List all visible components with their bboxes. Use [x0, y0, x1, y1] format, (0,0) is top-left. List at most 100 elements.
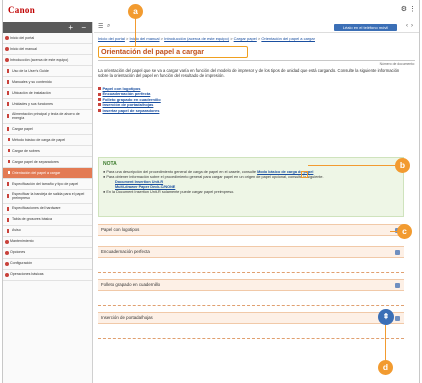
tree-marker-icon	[7, 114, 9, 119]
sidebar-item[interactable]: Unidades y sus funciones	[3, 99, 92, 110]
section-divider	[98, 338, 404, 339]
sidebar-item-label: Introducción (acerca de este equipo)	[10, 57, 69, 62]
scroll-to-top-button[interactable]: ⇞	[378, 309, 394, 325]
bullet-icon	[98, 103, 101, 107]
sidebar-item[interactable]: Método básico de carga de papel	[3, 135, 92, 146]
bullet-icon	[98, 92, 101, 96]
tree-marker-icon	[7, 102, 9, 106]
tree-marker-icon	[8, 171, 10, 175]
sidebar-item[interactable]: Opciones	[3, 248, 92, 259]
sidebar-item[interactable]: Uso de la User's Guide	[3, 66, 92, 77]
sidebar-item[interactable]: Aviso	[3, 226, 92, 237]
read-on-mobile-button[interactable]: Léalo en el teléfono móvil	[334, 24, 397, 31]
callout-b: b	[395, 158, 410, 173]
tree-marker-icon	[7, 206, 9, 211]
sidebar-item-label: Configuración	[10, 261, 33, 266]
tree-marker-icon	[7, 194, 9, 199]
sidebar-item-label: Especificación del tamaño y tipo de pape…	[12, 181, 79, 186]
sidebar-item-label: Inicio del portal	[10, 35, 35, 40]
sidebar-item-label: Especificaciones del hardware	[12, 206, 61, 211]
tree-marker-icon	[8, 160, 10, 164]
sidebar-item[interactable]: Introducción (acerca de este equipo)	[3, 55, 92, 66]
expand-all-button[interactable]: +	[68, 23, 73, 32]
sidebar-item[interactable]: Manuales y su contenido	[3, 77, 92, 88]
document-number: Número de documento:	[379, 62, 415, 66]
menu-icon[interactable]: ☰	[98, 23, 103, 30]
breadcrumb-current[interactable]: Orientación del papel a cargar	[261, 36, 315, 41]
callout-a: a	[128, 4, 143, 19]
tree-marker-icon	[7, 80, 9, 84]
section-dot-icon	[5, 239, 9, 244]
callout-d: d	[378, 360, 393, 375]
breadcrumb-link[interactable]: Inicio del portal	[98, 36, 125, 41]
tree-marker-icon	[7, 126, 9, 131]
toc-link[interactable]: Insertar papel de separadores	[98, 108, 161, 113]
section-links: Papel con logotipos Encuadernación perfe…	[98, 86, 161, 113]
sidebar-item-label: Cargar de sobres	[12, 148, 40, 153]
expand-icon[interactable]	[395, 316, 400, 321]
section-header[interactable]: Folleto grapado en cuadernillo	[98, 279, 404, 291]
sidebar-item[interactable]: Mantenimiento	[3, 237, 92, 248]
sidebar-item[interactable]: Configuración	[3, 259, 92, 270]
sidebar-item[interactable]: Cargar papel de separadores	[3, 157, 92, 168]
breadcrumb-link[interactable]: Inicio del manual	[130, 36, 160, 41]
sidebar-item[interactable]: Operaciones básicas	[3, 270, 92, 281]
note-title: NOTA	[103, 161, 117, 167]
sidebar-item[interactable]: Orientación del papel a cargar	[3, 167, 92, 179]
sidebar-item[interactable]: Ubicación de instalación	[3, 88, 92, 99]
breadcrumb-link[interactable]: Cargar papel	[234, 36, 257, 41]
bullet-icon	[98, 108, 101, 112]
sidebar-item[interactable]: Tabla de grosores básica	[3, 215, 92, 226]
sidebar-item[interactable]: Alimentación principal y tecla de ahorro…	[3, 110, 92, 124]
sidebar-item-label: Especificar la bandeja de salida para el…	[12, 191, 85, 201]
section-divider	[98, 272, 404, 273]
note-box: NOTA ● Para una descripción del procedim…	[98, 157, 404, 217]
collapse-all-button[interactable]: −	[81, 23, 86, 32]
section-divider	[98, 305, 404, 306]
gear-icon[interactable]: ⚙	[401, 5, 407, 13]
breadcrumb-separator: >	[257, 36, 261, 41]
sidebar-item[interactable]: Especificación del tamaño y tipo de pape…	[3, 179, 92, 190]
sidebar-item[interactable]: Especificar la bandeja de salida para el…	[3, 190, 92, 204]
section-dot-icon	[5, 250, 9, 255]
sidebar-item-label: Orientación del papel a cargar	[12, 170, 61, 175]
sidebar-item-label: Manuales y su contenido	[12, 79, 52, 84]
breadcrumb-separator: >	[126, 36, 129, 41]
section-dot-icon	[5, 58, 9, 62]
sidebar-item[interactable]: Especificaciones del hardware	[3, 204, 92, 215]
sidebar: + − Inicio del portal Inicio del manual In…	[3, 22, 93, 383]
tree-marker-icon	[7, 91, 9, 95]
sidebar-item-label: Método básico de carga de papel	[12, 137, 66, 142]
sidebar-item-label: Mantenimiento	[10, 239, 34, 244]
sidebar-item-label: Opciones	[10, 250, 26, 255]
expand-icon[interactable]	[395, 283, 400, 288]
tree-marker-icon	[7, 228, 9, 233]
main-content: ☰ ⌕ Léalo en el teléfono móvil ‹› Inicio…	[94, 22, 419, 383]
tree-marker-icon	[7, 217, 9, 222]
expand-icon[interactable]	[395, 250, 400, 255]
note-line: ● En la Document Insertion Unit-R solame…	[103, 190, 235, 194]
more-icon[interactable]: ⋮	[409, 5, 416, 13]
tree-marker-icon	[7, 181, 9, 186]
search-icon[interactable]: ⌕	[107, 23, 110, 30]
breadcrumb-link[interactable]: Introducción (acerca de este equipo)	[164, 36, 229, 41]
sidebar-item-label: Ubicación de instalación	[12, 90, 51, 95]
page-title: Orientación del papel a cargar	[98, 46, 248, 58]
sidebar-item-label: Cargar papel de separadores	[12, 159, 59, 164]
next-page-icon[interactable]: ›	[411, 23, 416, 29]
breadcrumb-separator: >	[160, 36, 163, 41]
section-header[interactable]: Inserción de portada/hojas	[98, 312, 404, 324]
sidebar-item-label: Uso de la User's Guide	[12, 68, 49, 73]
section-header[interactable]: Papel con logotipos	[98, 224, 404, 236]
sidebar-item[interactable]: Cargar papel	[3, 124, 92, 135]
callout-c: c	[397, 224, 412, 239]
sidebar-item[interactable]: Inicio del manual	[3, 44, 92, 55]
sidebar-item[interactable]: Inicio del portal	[3, 33, 92, 44]
sidebar-item[interactable]: Cargar de sobres	[3, 146, 92, 157]
tree-marker-icon	[7, 69, 9, 73]
sidebar-item-label: Operaciones básicas	[10, 272, 44, 277]
section-header[interactable]: Encuadernación perfecta	[98, 246, 404, 258]
sidebar-header: + −	[3, 22, 92, 33]
top-bar: Canon ⚙ ⋮	[3, 0, 419, 22]
intro-text: La orientación del papel que se va a car…	[98, 68, 400, 79]
